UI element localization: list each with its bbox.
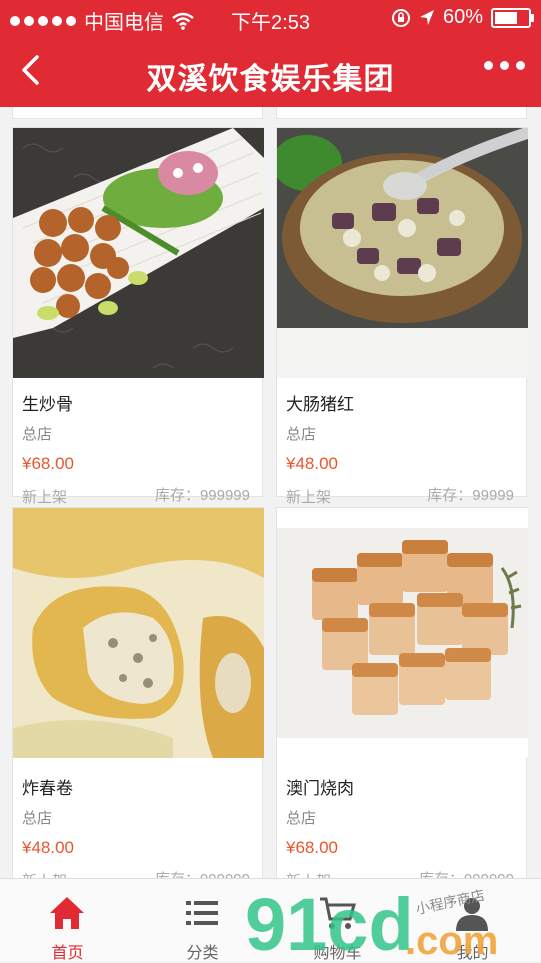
product-price: ¥48.00 [22, 838, 74, 857]
tab-bar: 首页 分类 购物车 我的 [0, 878, 541, 962]
status-bar: 中国电信 下午2:53 60% [0, 0, 541, 36]
tab-home[interactable]: 首页 [0, 879, 135, 962]
location-icon [419, 9, 434, 25]
product-stock: 库存：999999 [419, 868, 514, 878]
product-shop: 总店 [286, 810, 317, 827]
product-image [277, 508, 528, 758]
product-image [13, 128, 264, 378]
nav-bar: 双溪饮食娱乐集团 [0, 36, 541, 107]
product-name: 大肠猪红 [286, 395, 354, 414]
user-icon [456, 898, 488, 931]
product-card-partial[interactable] [276, 107, 527, 119]
battery-icon [491, 7, 534, 28]
product-name: 澳门烧肉 [286, 779, 354, 798]
product-tag: 新上架 [286, 489, 332, 506]
tab-mine[interactable]: 我的 [405, 879, 540, 962]
battery-label: 60% [442, 6, 483, 28]
product-tag: 新上架 [286, 870, 331, 878]
tab-label: 购物车 [313, 945, 362, 962]
product-grid: 生炒骨 总店 ¥68.00 新上架 库存：999999 大肠猪红 总店 ¥48.… [0, 107, 541, 878]
tab-label: 我的 [456, 945, 489, 962]
product-card[interactable]: 大肠猪红 总店 ¥48.00 新上架 库存：99999 [276, 127, 528, 506]
product-stock: 库存：999999 [154, 487, 250, 504]
tab-category[interactable]: 分类 [135, 879, 270, 962]
product-stock: 库存：99999 [427, 487, 514, 504]
rotation-lock-icon [391, 8, 410, 27]
page-title: 双溪饮食娱乐集团 [146, 63, 395, 96]
product-shop: 总店 [22, 810, 53, 827]
product-price: ¥68.00 [286, 838, 338, 857]
tab-cart[interactable]: 购物车 [270, 879, 405, 962]
product-price: ¥48.00 [286, 454, 338, 473]
product-shop: 总店 [286, 426, 317, 443]
app-header: 中国电信 下午2:53 60% 双溪饮食娱乐集团 [0, 0, 541, 107]
tab-label: 首页 [51, 945, 84, 962]
product-price: ¥68.00 [22, 454, 74, 473]
product-card[interactable]: 生炒骨 总店 ¥68.00 新上架 库存：999999 [12, 127, 264, 506]
status-right: 60% [391, 6, 534, 29]
product-shop: 总店 [22, 426, 53, 443]
tab-label: 分类 [186, 945, 219, 962]
product-tag: 新上架 [22, 870, 67, 878]
product-card-partial[interactable] [12, 107, 263, 119]
product-image [13, 508, 264, 758]
product-name: 生炒骨 [22, 395, 73, 414]
product-tag: 新上架 [22, 489, 68, 506]
home-icon [50, 897, 84, 929]
product-stock: 库存：999999 [155, 868, 250, 878]
list-icon [186, 901, 218, 925]
product-card[interactable]: 炸春卷 总店 ¥48.00 新上架 库存：999999 [12, 507, 264, 878]
product-card[interactable]: 澳门烧肉 总店 ¥68.00 新上架 库存：999999 [276, 507, 528, 878]
cart-icon [320, 897, 356, 929]
product-image [277, 128, 528, 378]
more-button[interactable] [484, 61, 525, 70]
product-name: 炸春卷 [22, 779, 73, 798]
